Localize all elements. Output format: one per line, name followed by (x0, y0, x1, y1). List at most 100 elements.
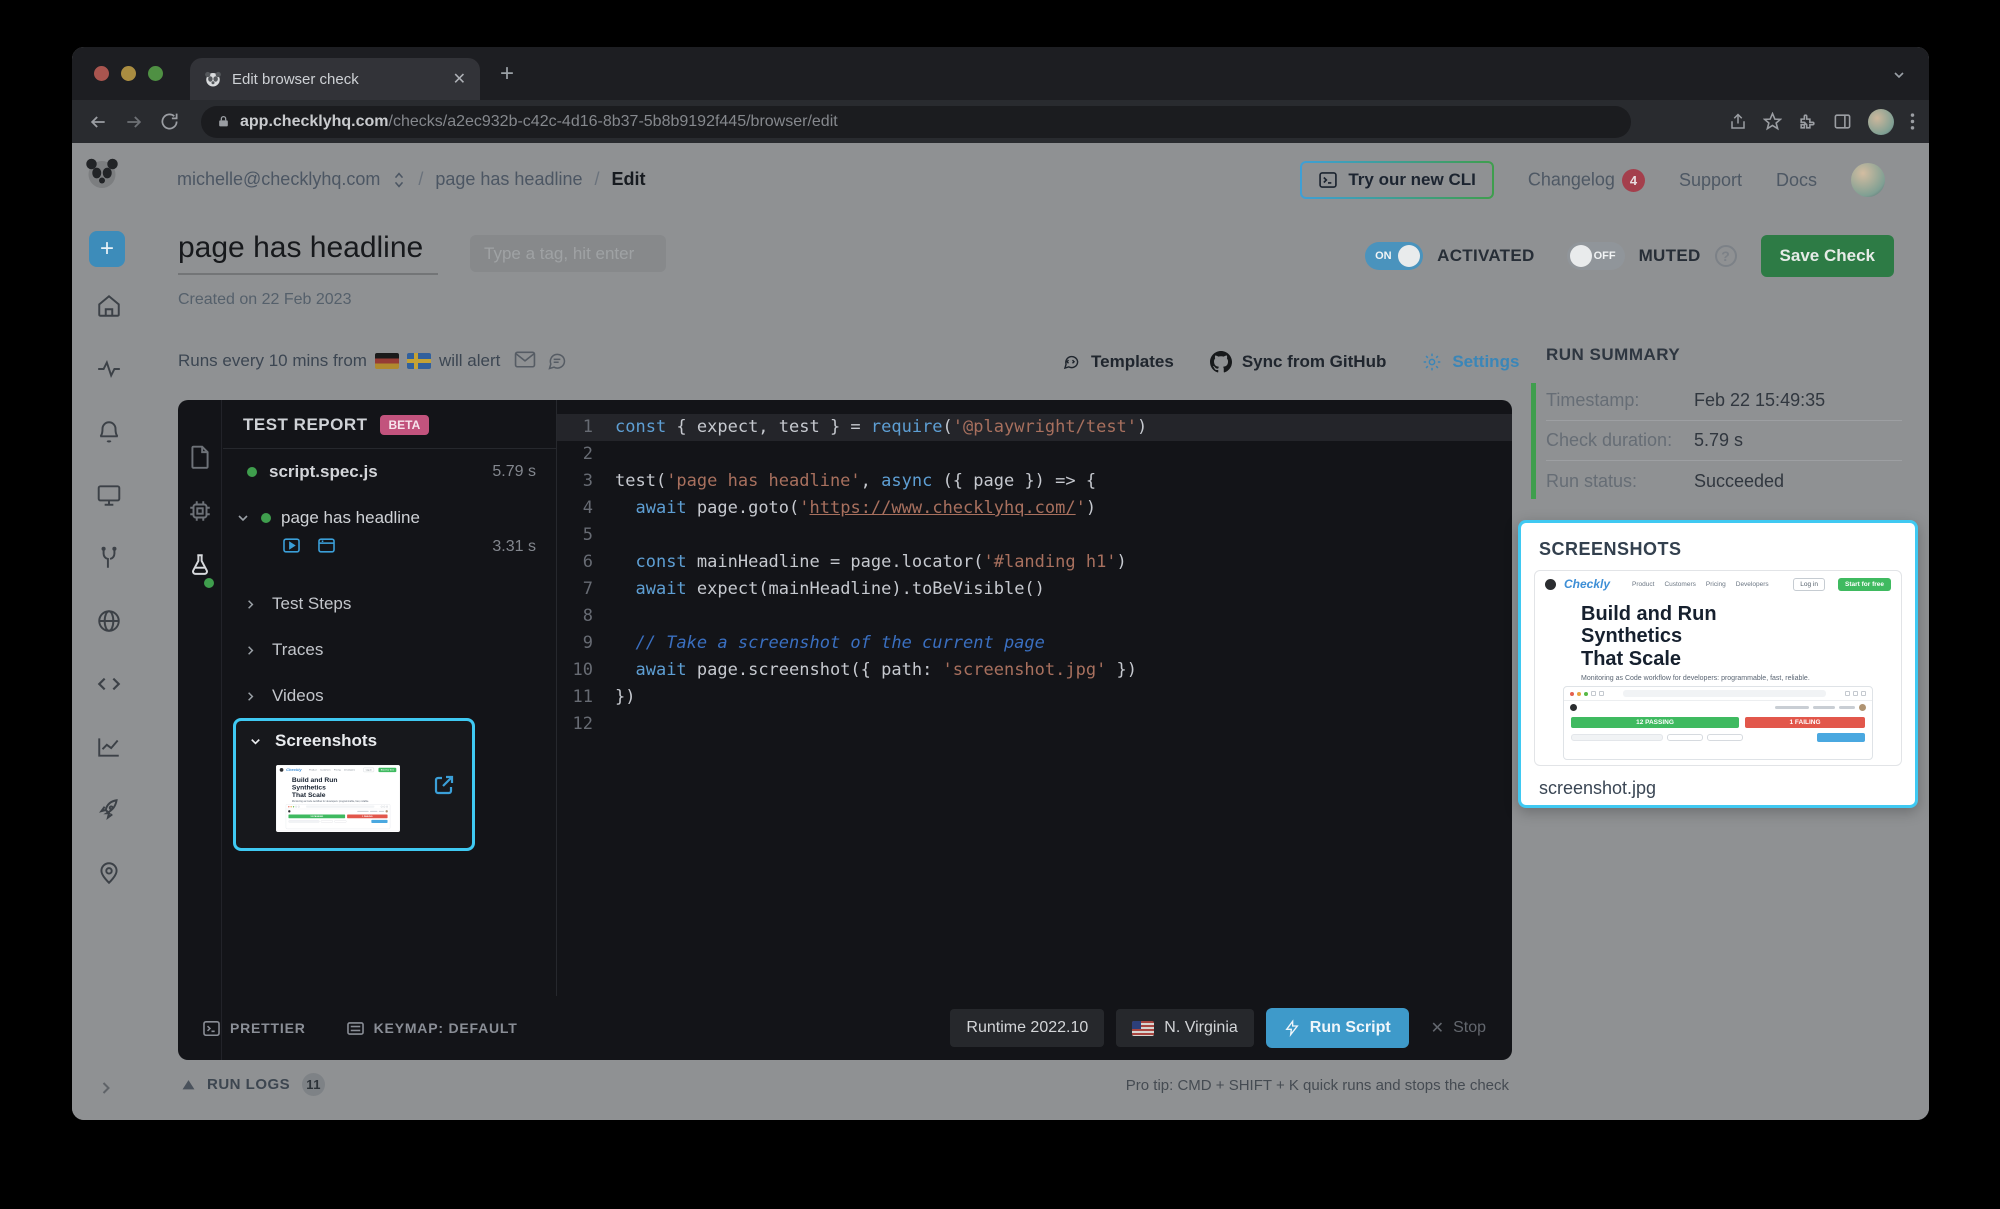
editor-footer: PRETTIER KEYMAP: DEFAULT Runtime 2022.10… (178, 996, 1512, 1060)
activated-toggle[interactable]: ON (1365, 242, 1423, 270)
muted-help-icon[interactable]: ? (1715, 245, 1737, 267)
code-line[interactable]: 1const { expect, test } = require('@play… (557, 414, 1512, 441)
support-link[interactable]: Support (1679, 170, 1742, 191)
share-icon[interactable] (1729, 112, 1747, 132)
code-icon[interactable] (96, 671, 122, 697)
reload-icon[interactable] (160, 112, 179, 131)
section-screenshots-highlighted[interactable]: Screenshots Checkly ProductCustomersPric… (233, 718, 475, 851)
expand-sidebar-chevron-icon[interactable] (96, 1078, 116, 1098)
changelog-link[interactable]: Changelog4 (1528, 169, 1645, 192)
browser-profile-avatar[interactable] (1868, 109, 1894, 135)
breadcrumb-current-page: Edit (612, 169, 646, 190)
code-line[interactable]: 7 await expect(mainHeadline).toBeVisible… (557, 576, 1512, 603)
region-selector[interactable]: N. Virginia (1116, 1009, 1254, 1047)
muted-label: MUTED (1639, 246, 1701, 266)
code-line[interactable]: 6 const mainHeadline = page.locator('#la… (557, 549, 1512, 576)
chat-alert-icon[interactable] (546, 351, 568, 371)
close-window-icon[interactable] (94, 66, 109, 81)
check-name-input[interactable]: page has headline (178, 231, 438, 275)
browser-menu-icon[interactable] (1910, 112, 1915, 131)
chevron-down-icon[interactable] (235, 510, 251, 526)
code-line[interactable]: 12 (557, 711, 1512, 738)
code-line[interactable]: 3test('page has headline', async ({ page… (557, 468, 1512, 495)
try-cli-button[interactable]: Try our new CLI (1300, 161, 1494, 199)
section-test-steps[interactable]: Test Steps (243, 594, 351, 614)
spec-status-dot (247, 467, 257, 477)
settings-button[interactable]: Settings (1422, 352, 1519, 372)
address-bar[interactable]: app.checklyhq.com/checks/a2ec932b-c42c-4… (201, 106, 1631, 138)
run-logs-toggle[interactable]: RUN LOGS 11 (182, 1073, 325, 1096)
globe-icon[interactable] (96, 608, 122, 634)
chevron-down-icon[interactable] (248, 734, 263, 749)
line-number: 2 (557, 441, 615, 468)
user-avatar[interactable] (1851, 163, 1885, 197)
file-tab-icon[interactable] (187, 444, 213, 470)
window-controls[interactable] (94, 66, 163, 81)
email-alert-icon[interactable] (514, 351, 536, 369)
code-line[interactable]: 10 await page.screenshot({ path: 'screen… (557, 657, 1512, 684)
debug-chip-icon[interactable] (187, 498, 213, 524)
section-videos[interactable]: Videos (243, 686, 324, 706)
stop-button[interactable]: ✕Stop (1421, 1018, 1496, 1038)
browser-window-icon[interactable] (316, 536, 337, 555)
tab-close-icon[interactable]: ✕ (453, 69, 466, 89)
home-icon[interactable] (96, 293, 122, 319)
screenshot-filename: screenshot.jpg (1539, 778, 1915, 799)
sync-github-button[interactable]: Sync from GitHub (1210, 351, 1387, 373)
changelog-count-badge: 4 (1622, 169, 1645, 192)
screenshot-thumbnail[interactable]: Checkly ProductCustomersPricingDeveloper… (276, 765, 400, 832)
test-report-flask-icon[interactable] (187, 552, 213, 578)
create-new-button[interactable]: + (89, 231, 125, 267)
activity-icon[interactable] (96, 356, 122, 382)
bell-icon[interactable] (96, 419, 122, 445)
code-line[interactable]: 9 // Take a screenshot of the current pa… (557, 630, 1512, 657)
run-summary-rows: Timestamp: Feb 22 15:49:35 Check duratio… (1546, 381, 1902, 501)
rocket-icon[interactable] (96, 797, 122, 823)
line-number: 8 (557, 603, 615, 630)
minimize-window-icon[interactable] (121, 66, 136, 81)
new-tab-icon[interactable]: + (500, 63, 514, 85)
keymap-button[interactable]: KEYMAP: DEFAULT (346, 1019, 518, 1038)
account-switcher[interactable]: michelle@checklyhq.com (177, 169, 380, 190)
monitor-icon[interactable] (96, 482, 122, 508)
browser-tab[interactable]: Edit browser check ✕ (190, 58, 480, 100)
maintenance-wrench-icon[interactable] (96, 545, 122, 571)
tag-input[interactable] (470, 235, 666, 272)
bookmark-star-icon[interactable] (1763, 112, 1782, 131)
chart-icon[interactable] (96, 734, 122, 760)
runtime-selector[interactable]: Runtime 2022.10 (950, 1009, 1104, 1047)
templates-icon (1060, 353, 1081, 372)
browser-window: Edit browser check ✕ + app.checklyhq.com… (72, 47, 1929, 1120)
summary-row-status: Run status: Succeeded (1546, 461, 1902, 501)
templates-button[interactable]: Templates (1060, 352, 1174, 372)
checkly-logo-icon[interactable] (84, 155, 120, 191)
open-external-icon[interactable] (432, 773, 456, 797)
spec-file-row[interactable]: script.spec.js 5.79 s (223, 462, 556, 482)
back-icon[interactable] (88, 112, 108, 132)
code-line[interactable]: 8 (557, 603, 1512, 630)
screenshot-full-preview[interactable]: Checkly ProductCustomersPricingDeveloper… (1534, 570, 1902, 766)
forward-icon[interactable] (124, 112, 144, 132)
side-panel-icon[interactable] (1833, 112, 1852, 131)
prettier-button[interactable]: PRETTIER (202, 1019, 306, 1038)
breadcrumb-check-name[interactable]: page has headline (435, 169, 582, 190)
code-line[interactable]: 11}) (557, 684, 1512, 711)
code-line[interactable]: 2 (557, 441, 1512, 468)
run-script-button[interactable]: Run Script (1266, 1008, 1409, 1048)
code-editor[interactable]: 1const { expect, test } = require('@play… (557, 400, 1512, 996)
maximize-window-icon[interactable] (148, 66, 163, 81)
code-line[interactable]: 5 (557, 522, 1512, 549)
muted-toggle[interactable]: OFF (1567, 242, 1625, 270)
map-pin-icon[interactable] (96, 860, 122, 886)
code-line[interactable]: 4 await page.goto('https://www.checklyhq… (557, 495, 1512, 522)
extensions-puzzle-icon[interactable] (1798, 112, 1817, 131)
account-switcher-chevrons-icon[interactable] (392, 171, 406, 189)
test-case-row[interactable]: page has headline 3.31 s (235, 508, 544, 555)
tab-overflow-chevron-icon[interactable] (1891, 67, 1907, 83)
docs-link[interactable]: Docs (1776, 170, 1817, 191)
section-traces[interactable]: Traces (243, 640, 323, 660)
save-check-button[interactable]: Save Check (1761, 235, 1894, 277)
video-preview-icon[interactable] (281, 536, 302, 555)
test-report-title: TEST REPORT (243, 415, 368, 435)
screenshots-card-highlighted[interactable]: SCREENSHOTS Checkly ProductCustomersPric… (1518, 520, 1918, 808)
